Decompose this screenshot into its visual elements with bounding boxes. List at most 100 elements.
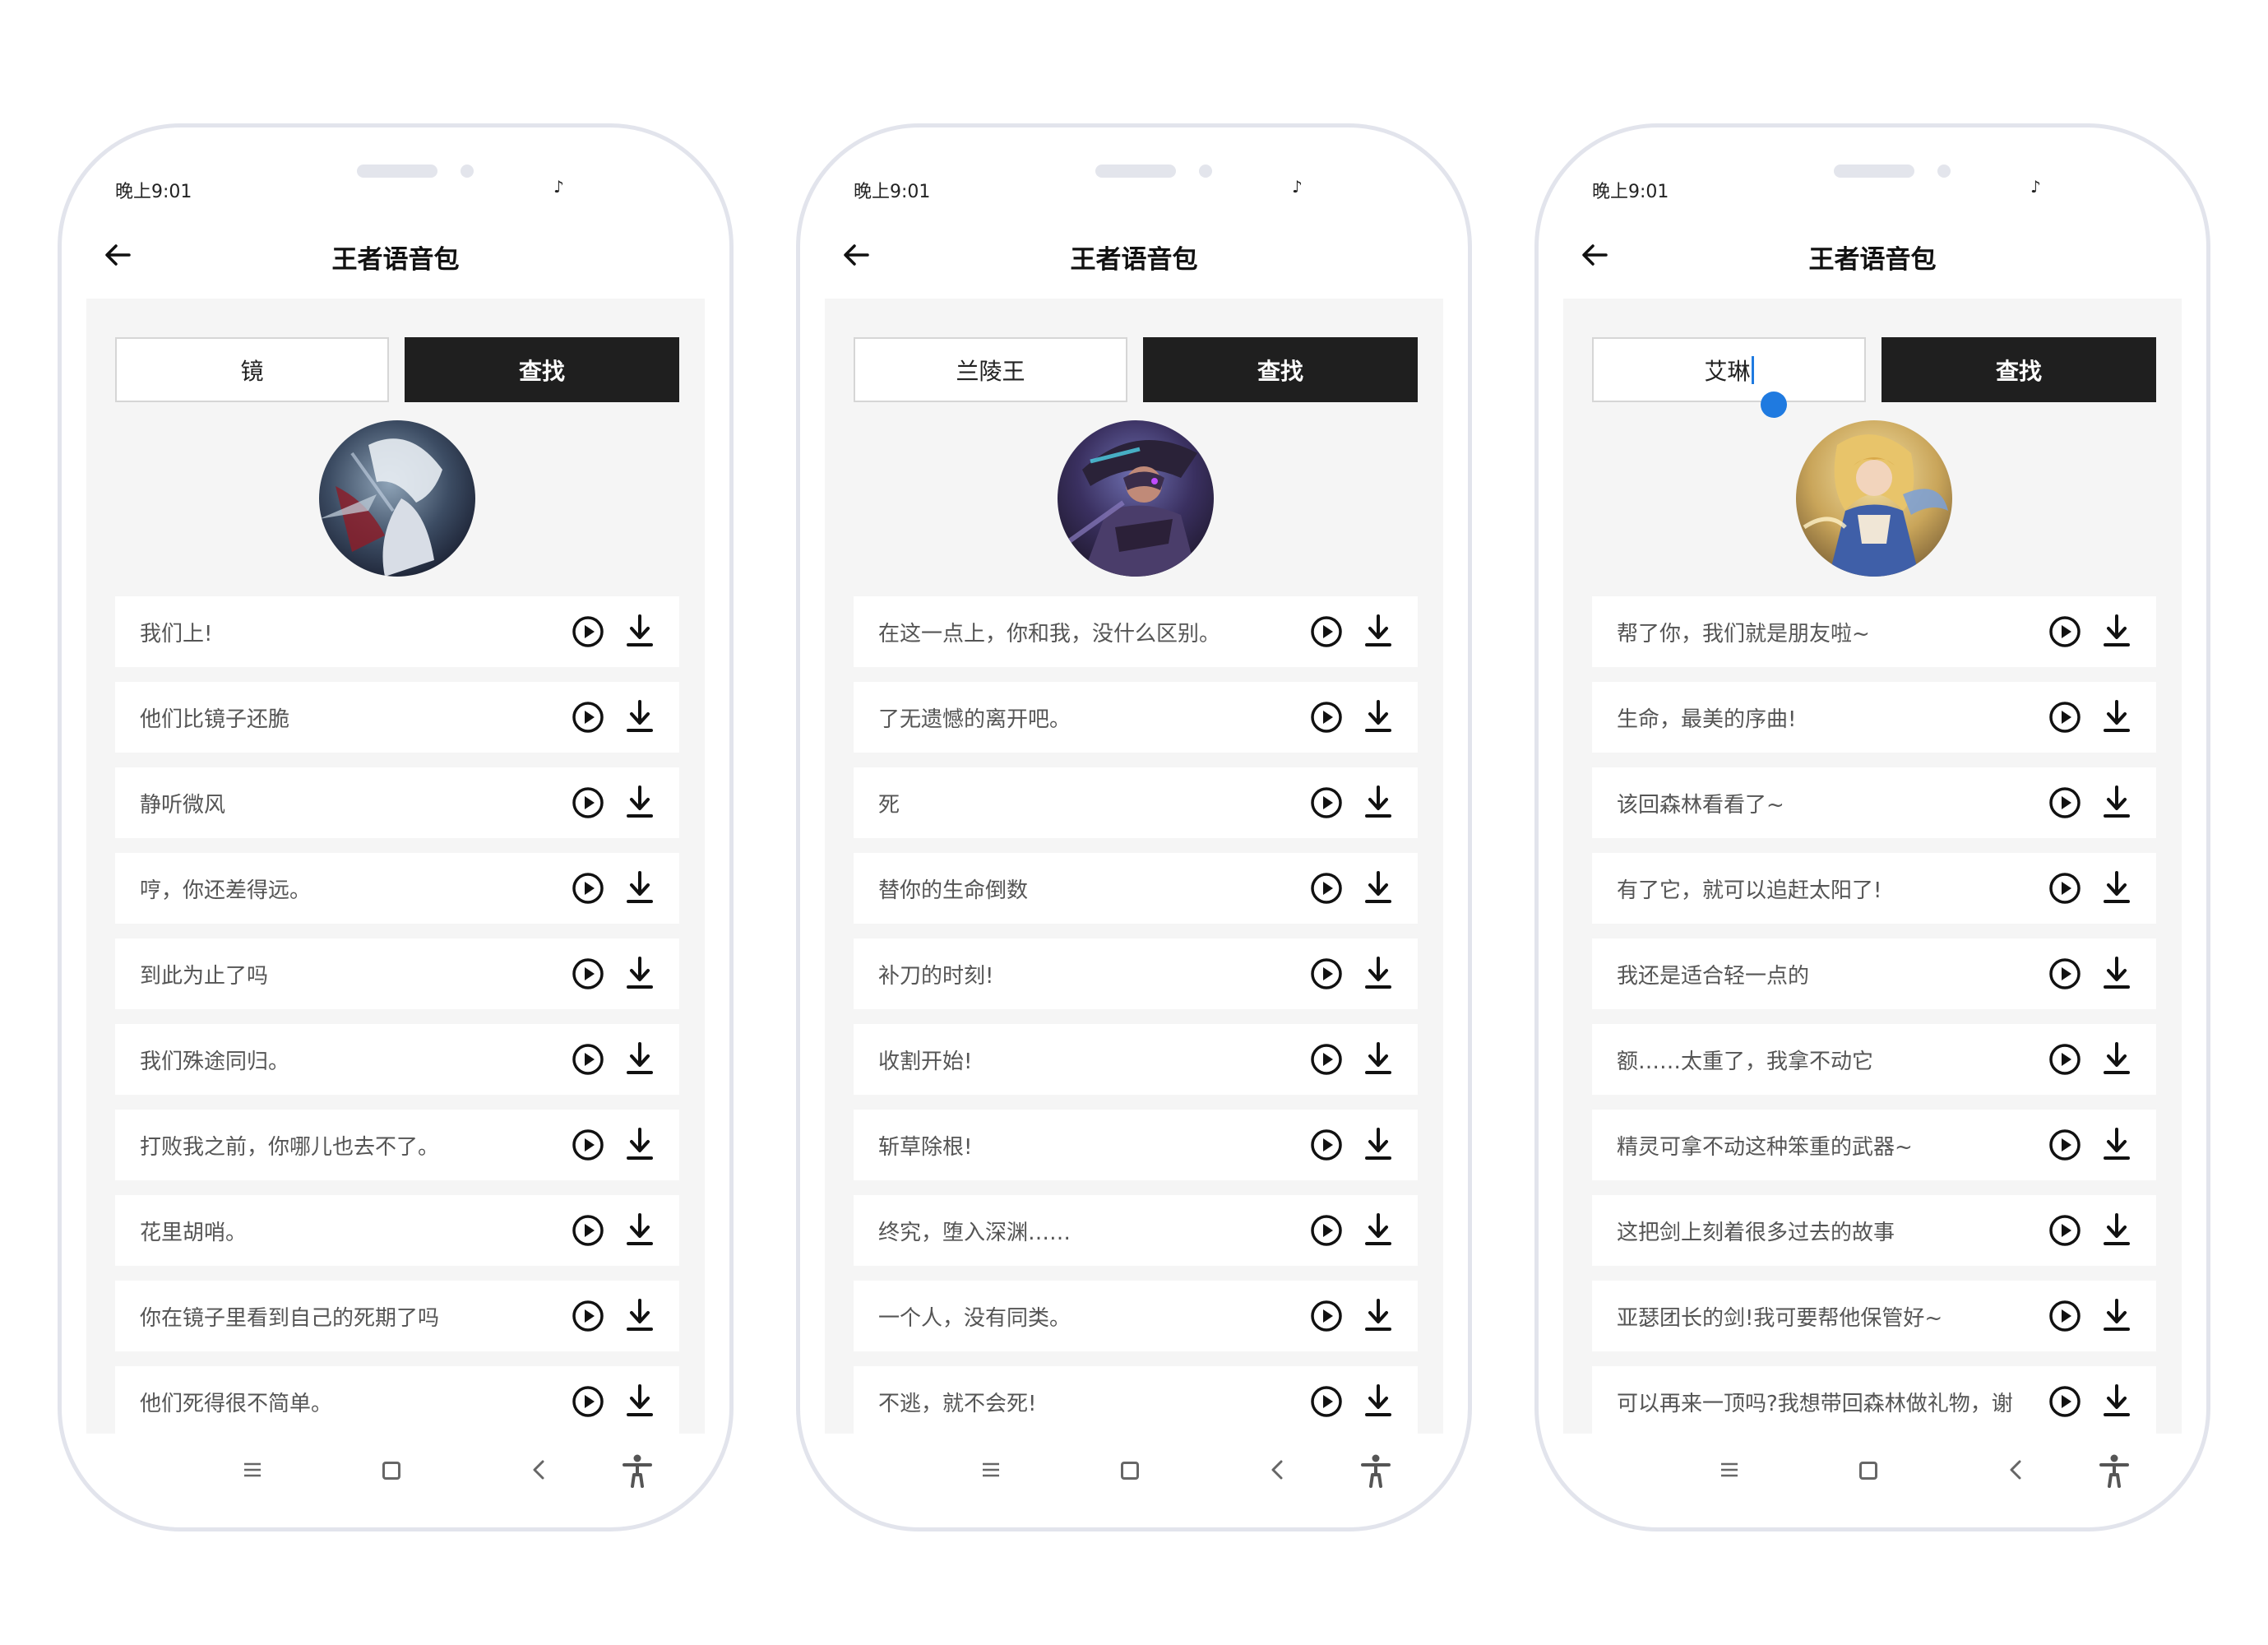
voice-line-text: 不逃，就不会死!: [878, 1391, 1037, 1416]
status-time: 晚上9:01: [1592, 182, 1669, 202]
play-circle-icon[interactable]: [572, 872, 604, 905]
play-circle-icon[interactable]: [2048, 1300, 2081, 1332]
download-icon[interactable]: [1363, 1383, 1393, 1418]
play-circle-icon[interactable]: [572, 1214, 604, 1247]
download-icon[interactable]: [1363, 699, 1393, 734]
home-square-icon[interactable]: [382, 1462, 400, 1480]
download-icon[interactable]: [625, 870, 655, 905]
menu-icon[interactable]: [1720, 1460, 1739, 1480]
accessibility-icon[interactable]: [2098, 1453, 2131, 1488]
download-icon[interactable]: [625, 956, 655, 990]
voice-line-text: 该回森林看看了~: [1617, 792, 1784, 818]
play-circle-icon[interactable]: [1310, 957, 1343, 990]
play-circle-icon[interactable]: [572, 1043, 604, 1076]
download-icon[interactable]: [625, 1383, 655, 1418]
download-icon[interactable]: [1363, 1212, 1393, 1247]
search-input-value: 镜: [240, 357, 264, 385]
voice-line-text: 有了它，就可以追赶太阳了!: [1617, 878, 1882, 903]
accessibility-icon[interactable]: [621, 1453, 654, 1488]
search-button[interactable]: 查找: [1882, 337, 2156, 402]
play-circle-icon[interactable]: [2048, 1043, 2081, 1076]
play-circle-icon[interactable]: [2048, 701, 2081, 734]
phone-camera: [461, 164, 474, 178]
list-item: 打败我之前，你哪儿也去不了。: [115, 1110, 679, 1180]
play-circle-icon[interactable]: [572, 957, 604, 990]
status-time: 晚上9:01: [854, 182, 931, 202]
download-icon[interactable]: [625, 785, 655, 819]
search-input[interactable]: 艾琳: [1592, 337, 1866, 402]
download-icon[interactable]: [2102, 614, 2131, 648]
play-circle-icon[interactable]: [572, 1128, 604, 1161]
play-circle-icon[interactable]: [1310, 1214, 1343, 1247]
play-circle-icon[interactable]: [572, 1385, 604, 1418]
play-circle-icon[interactable]: [1310, 615, 1343, 648]
voice-line-text: 亚瑟团长的剑!我可要帮他保管好~: [1617, 1305, 1943, 1331]
home-square-icon[interactable]: [1859, 1462, 1877, 1480]
search-input[interactable]: 兰陵王: [854, 337, 1127, 402]
text-cursor: [1751, 355, 1754, 384]
play-circle-icon[interactable]: [572, 1300, 604, 1332]
voice-line-text: 帮了你，我们就是朋友啦~: [1617, 621, 1870, 646]
play-circle-icon[interactable]: [572, 701, 604, 734]
status-music-icon: ♪: [2030, 177, 2041, 197]
play-circle-icon[interactable]: [2048, 1385, 2081, 1418]
play-circle-icon[interactable]: [1310, 872, 1343, 905]
menu-icon[interactable]: [243, 1460, 262, 1480]
phone-speaker: [357, 164, 437, 178]
chevron-left-icon[interactable]: [529, 1458, 548, 1481]
search-button[interactable]: 查找: [1143, 337, 1418, 402]
play-circle-icon[interactable]: [2048, 872, 2081, 905]
download-icon[interactable]: [1363, 870, 1393, 905]
play-circle-icon[interactable]: [572, 615, 604, 648]
menu-icon[interactable]: [981, 1460, 1001, 1480]
download-icon[interactable]: [2102, 1383, 2131, 1418]
download-icon[interactable]: [2102, 1298, 2131, 1332]
download-icon[interactable]: [2102, 956, 2131, 990]
download-icon[interactable]: [1363, 785, 1393, 819]
download-icon[interactable]: [625, 1298, 655, 1332]
download-icon[interactable]: [1363, 614, 1393, 648]
download-icon[interactable]: [1363, 1127, 1393, 1161]
play-circle-icon[interactable]: [1310, 701, 1343, 734]
play-circle-icon[interactable]: [1310, 786, 1343, 819]
search-button[interactable]: 查找: [405, 337, 679, 402]
play-circle-icon[interactable]: [1310, 1128, 1343, 1161]
play-circle-icon[interactable]: [572, 786, 604, 819]
list-item: 可以再来一顶吗?我想带回森林做礼物，谢: [1592, 1366, 2156, 1434]
download-icon[interactable]: [1363, 956, 1393, 990]
download-icon[interactable]: [1363, 1041, 1393, 1076]
play-circle-icon[interactable]: [2048, 957, 2081, 990]
page-title: 王者语音包: [1808, 245, 1937, 275]
voice-line-text: 静听微风: [140, 792, 226, 818]
play-circle-icon[interactable]: [2048, 1214, 2081, 1247]
list-item: 精灵可拿不动这种笨重的武器~: [1592, 1110, 2156, 1180]
search-input[interactable]: 镜: [115, 337, 389, 402]
download-icon[interactable]: [2102, 785, 2131, 819]
play-circle-icon[interactable]: [1310, 1043, 1343, 1076]
download-icon[interactable]: [2102, 699, 2131, 734]
download-icon[interactable]: [625, 1041, 655, 1076]
accessibility-icon[interactable]: [1359, 1453, 1392, 1488]
chevron-left-icon[interactable]: [2006, 1458, 2025, 1481]
play-circle-icon[interactable]: [2048, 1128, 2081, 1161]
download-icon[interactable]: [2102, 1212, 2131, 1247]
play-circle-icon[interactable]: [1310, 1385, 1343, 1418]
play-circle-icon[interactable]: [1310, 1300, 1343, 1332]
download-icon[interactable]: [625, 1127, 655, 1161]
download-icon[interactable]: [2102, 870, 2131, 905]
voice-line-text: 额……太重了，我拿不动它: [1617, 1049, 1874, 1074]
text-cursor-handle[interactable]: [1761, 392, 1787, 418]
download-icon[interactable]: [2102, 1041, 2131, 1076]
status-music-icon: ♪: [553, 177, 564, 197]
list-item: 我们殊途同归。: [115, 1024, 679, 1095]
list-item: 补刀的时刻!: [854, 938, 1418, 1009]
download-icon[interactable]: [625, 614, 655, 648]
download-icon[interactable]: [625, 699, 655, 734]
home-square-icon[interactable]: [1121, 1462, 1139, 1480]
play-circle-icon[interactable]: [2048, 615, 2081, 648]
chevron-left-icon[interactable]: [1267, 1458, 1287, 1481]
download-icon[interactable]: [1363, 1298, 1393, 1332]
download-icon[interactable]: [625, 1212, 655, 1247]
download-icon[interactable]: [2102, 1127, 2131, 1161]
play-circle-icon[interactable]: [2048, 786, 2081, 819]
